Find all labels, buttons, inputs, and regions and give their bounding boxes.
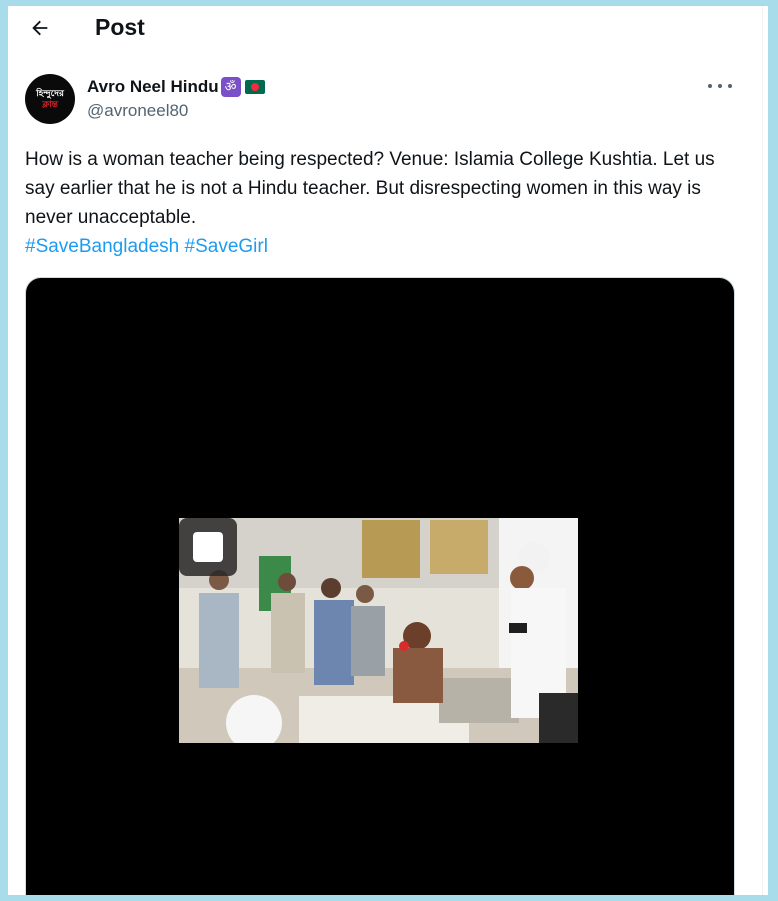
post-body: How is a woman teacher being respected? … — [25, 149, 715, 228]
author-name[interactable]: Avro Neel Hindu — [87, 77, 219, 97]
video-still-image — [179, 518, 578, 743]
hashtag-savegirl[interactable]: #SaveGirl — [185, 236, 268, 257]
post-text: How is a woman teacher being respected? … — [25, 145, 725, 261]
more-options-button[interactable] — [708, 78, 732, 94]
avatar[interactable]: হিন্দুদের ক্লান্ত — [25, 74, 75, 124]
column-divider — [762, 6, 763, 895]
author-name-row[interactable]: Avro Neel Hindu ॐ — [87, 76, 265, 98]
more-options-icon — [708, 84, 712, 88]
video-frame[interactable] — [179, 518, 578, 743]
post-header: Post — [8, 6, 762, 56]
page-title: Post — [95, 14, 145, 40]
back-button[interactable] — [22, 10, 58, 46]
stop-icon — [193, 532, 223, 562]
hashtag-savebangladesh[interactable]: #SaveBangladesh — [25, 236, 179, 257]
arrow-left-icon — [32, 20, 48, 36]
video-player[interactable] — [25, 277, 735, 895]
stop-button[interactable] — [179, 518, 237, 576]
avatar-text-line1: হিন্দুদের — [36, 88, 64, 98]
author-handle[interactable]: @avroneel80 — [87, 101, 188, 121]
om-badge-icon: ॐ — [220, 77, 241, 97]
post-window: Post হিন্দুদের ক্লান্ত Avro Neel Hindu ॐ… — [8, 6, 768, 895]
avatar-text-line2: ক্লান্ত — [42, 99, 58, 109]
bangladesh-flag-icon — [244, 80, 265, 94]
